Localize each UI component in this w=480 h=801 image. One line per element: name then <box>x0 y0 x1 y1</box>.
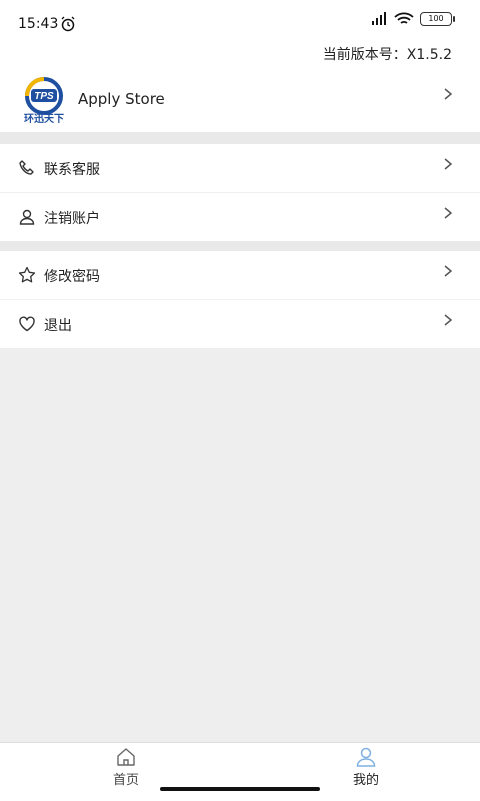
chevron-right-icon <box>444 158 453 170</box>
chevron-right-icon <box>444 314 453 326</box>
app-logo: TPS 环迅天下 <box>24 77 64 125</box>
nav-tab-mine[interactable]: 我的 <box>336 747 396 791</box>
nav-tab-home[interactable]: 首页 <box>96 747 156 791</box>
section-divider <box>0 241 480 251</box>
nav-tab-label: 我的 <box>352 773 379 788</box>
menu-item-label: 退出 <box>44 318 72 334</box>
home-icon <box>117 748 135 766</box>
alarm-icon <box>61 16 75 32</box>
menu-item-label: 注销账户 <box>44 211 100 227</box>
home-indicator[interactable] <box>160 787 320 791</box>
profile-icon <box>356 747 376 767</box>
bottom-navigation: 首页 我的 <box>0 742 480 801</box>
svg-text:TPS: TPS <box>34 91 54 102</box>
wifi-icon <box>394 12 414 24</box>
app-info-row[interactable]: TPS 环迅天下 Apply Store <box>0 72 480 132</box>
status-indicators: 100 <box>370 12 455 26</box>
menu-item-label: 修改密码 <box>44 269 100 285</box>
version-row: 当前版本号：X1.5.2 <box>0 44 480 72</box>
menu-item-contact-support[interactable]: 联系客服 <box>0 144 480 192</box>
nav-tab-label: 首页 <box>112 773 139 788</box>
menu-item-logout[interactable]: 退出 <box>0 300 480 348</box>
version-label: 当前版本号：X1.5.2 <box>322 47 452 63</box>
chevron-right-icon <box>444 265 453 277</box>
battery-icon: 100 <box>420 12 455 26</box>
star-icon <box>18 266 36 283</box>
app-name: Apply Store <box>78 90 165 108</box>
status-bar: 15:43 100 <box>0 0 480 44</box>
status-time: 15:43 <box>18 16 59 32</box>
chevron-right-icon <box>444 88 453 100</box>
battery-level: 100 <box>428 14 444 23</box>
phone-icon <box>19 160 34 175</box>
menu-item-change-password[interactable]: 修改密码 <box>0 251 480 299</box>
menu-item-label: 联系客服 <box>44 162 100 178</box>
signal-icon <box>372 12 386 25</box>
user-icon <box>19 209 35 225</box>
section-divider <box>0 132 480 144</box>
menu-item-delete-account[interactable]: 注销账户 <box>0 193 480 241</box>
heart-icon <box>19 316 35 332</box>
chevron-right-icon <box>444 207 453 219</box>
svg-text:环迅天下: 环迅天下 <box>24 112 64 125</box>
